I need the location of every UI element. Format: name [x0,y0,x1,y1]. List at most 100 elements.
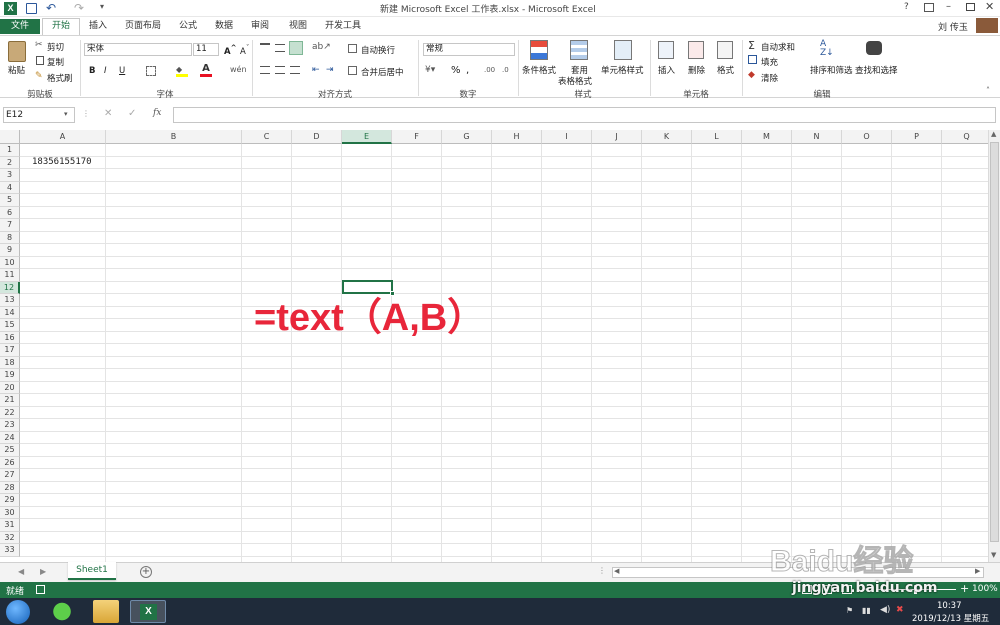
insert-cells-icon[interactable] [658,41,674,59]
row-header-3[interactable]: 3 [0,169,20,182]
fill-button[interactable]: 填充 [761,56,778,68]
excel-taskbar-icon[interactable]: X [130,600,166,623]
tab-page-layout[interactable]: 页面布局 [120,19,166,34]
row-header-12[interactable]: 12 [0,281,20,294]
row-header-23[interactable]: 23 [0,419,20,432]
row-header-32[interactable]: 32 [0,531,20,544]
worksheet-grid[interactable]: ABCDEFGHIJKLMNOPQ 1 2 3 4 5 6 7 8 9 10 11 12 13 14 15 1… [0,130,988,562]
select-all-corner[interactable] [0,130,20,144]
align-right-icon[interactable] [290,66,300,74]
row-header-4[interactable]: 4 [0,181,20,194]
merge-icon[interactable] [348,66,357,75]
tab-formulas[interactable]: 公式 [172,19,204,34]
tab-review[interactable]: 审阅 [244,19,276,34]
undo-icon[interactable]: ↶ [46,1,56,15]
column-header-f[interactable]: F [392,130,442,144]
avatar[interactable] [976,18,998,33]
align-bottom-icon[interactable] [289,41,303,55]
row-header-25[interactable]: 25 [0,444,20,457]
row-header-1[interactable]: 1 [0,144,20,157]
comma-button[interactable]: , [466,65,469,76]
row-header-16[interactable]: 16 [0,331,20,344]
conditional-format-button[interactable]: 条件格式 [522,64,556,76]
delete-cells-icon[interactable] [688,41,704,59]
shrink-font-button[interactable]: Aˇ [240,43,249,57]
currency-icon[interactable]: ¥▾ [425,65,435,75]
cell-styles-icon[interactable] [614,40,632,60]
save-icon[interactable] [26,3,37,14]
bold-button[interactable]: B [89,66,95,76]
delete-cells-button[interactable]: 删除 [688,64,705,76]
column-header-c[interactable]: C [242,130,292,144]
column-header-k[interactable]: K [642,130,692,144]
clock-date[interactable]: 2019/12/13 星期五 [912,612,989,624]
row-header-13[interactable]: 13 [0,294,20,307]
column-header-o[interactable]: O [842,130,892,144]
prev-sheet-icon[interactable]: ◀ [18,567,24,576]
cut-button[interactable]: 剪切 [47,41,64,53]
indent-decrease-icon[interactable]: ⇤ [312,65,320,75]
cell-a2[interactable]: 18356155170 [32,157,92,167]
column-header-m[interactable]: M [742,130,792,144]
cell-styles-button[interactable]: 单元格样式 [601,64,644,76]
insert-function-icon[interactable]: fx [153,108,161,118]
clock-time[interactable]: 10:37 [937,601,962,611]
find-select-icon[interactable] [866,41,882,55]
row-header-31[interactable]: 31 [0,519,20,532]
underline-button[interactable]: U [119,66,125,76]
vertical-scroll-thumb[interactable] [990,142,999,542]
next-sheet-icon[interactable]: ▶ [40,567,46,576]
help-icon[interactable]: ? [904,2,909,12]
format-painter-icon[interactable]: ✎ [35,71,43,81]
tab-developer[interactable]: 开发工具 [318,19,368,34]
orientation-icon[interactable]: ab↗ [312,42,331,52]
row-header-33[interactable]: 33 [0,544,20,557]
increase-decimal-icon[interactable]: .00 [484,66,495,74]
wrap-text-button[interactable]: 自动换行 [361,44,395,56]
scroll-right-icon[interactable]: ▶ [975,567,980,575]
row-header-2[interactable]: 2 [0,156,20,169]
column-header-b[interactable]: B [106,130,242,144]
row-header-15[interactable]: 15 [0,319,20,332]
zoom-in-icon[interactable]: + [960,582,969,595]
row-header-9[interactable]: 9 [0,244,20,257]
name-box-dropdown-icon[interactable]: ▾ [64,110,68,118]
formula-more-icon[interactable]: ⋮ [82,109,90,118]
find-select-button[interactable]: 查找和选择 [855,64,898,76]
wrap-text-icon[interactable] [348,44,357,53]
tray-flag-icon[interactable]: ⚑ [846,606,853,615]
scroll-down-icon[interactable]: ▼ [991,551,996,559]
insert-cells-button[interactable]: 插入 [658,64,675,76]
format-table-icon[interactable] [570,40,588,60]
font-name-select[interactable]: 宋体 [84,43,192,56]
row-header-30[interactable]: 30 [0,506,20,519]
format-table-button-2[interactable]: 表格格式 [558,75,592,87]
column-header-g[interactable]: G [442,130,492,144]
vertical-scrollbar[interactable]: ▲ ▼ [988,130,1000,562]
row-header-21[interactable]: 21 [0,394,20,407]
row-header-14[interactable]: 14 [0,306,20,319]
autosum-icon[interactable]: Σ [748,39,755,52]
tab-insert[interactable]: 插入 [82,19,114,34]
paste-button[interactable]: 粘贴 [8,64,25,76]
row-header-18[interactable]: 18 [0,356,20,369]
confirm-formula-icon[interactable]: ✓ [128,108,136,119]
sort-filter-icon[interactable]: A Z↓ [820,40,834,58]
row-header-7[interactable]: 7 [0,219,20,232]
column-header-i[interactable]: I [542,130,592,144]
fill-icon[interactable] [748,55,757,64]
scroll-up-icon[interactable]: ▲ [991,130,996,138]
row-header-22[interactable]: 22 [0,406,20,419]
row-header-10[interactable]: 10 [0,256,20,269]
cut-icon[interactable]: ✂ [35,40,43,50]
zoom-level[interactable]: 100% [972,584,998,594]
clear-button[interactable]: 清除 [761,72,778,84]
copy-icon[interactable] [36,56,44,65]
redo-icon[interactable]: ↷ [74,1,84,15]
column-header-a[interactable]: A [20,130,106,144]
column-header-n[interactable]: N [792,130,842,144]
minimize-icon[interactable]: – [946,1,951,12]
macro-record-icon[interactable] [36,585,45,594]
start-button-icon[interactable] [6,600,30,624]
row-header-27[interactable]: 27 [0,469,20,482]
